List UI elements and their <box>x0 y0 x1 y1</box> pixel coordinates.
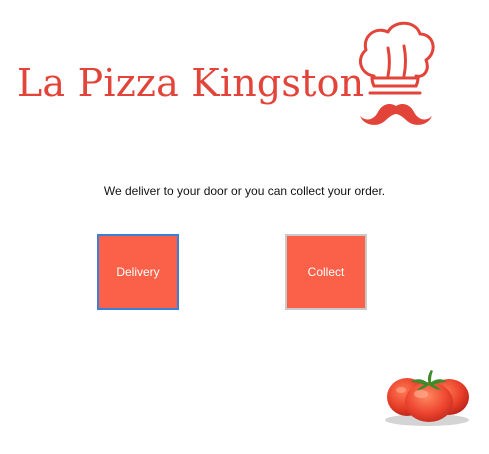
delivery-button[interactable]: Delivery <box>97 234 179 310</box>
collect-button[interactable]: Collect <box>285 234 367 310</box>
chef-hat-mustache-icon <box>358 21 435 125</box>
order-method-prompt: We deliver to your door or you can colle… <box>103 184 386 198</box>
tomato-icon <box>385 370 469 426</box>
brand-name: La Pizza Kingston <box>17 61 365 105</box>
